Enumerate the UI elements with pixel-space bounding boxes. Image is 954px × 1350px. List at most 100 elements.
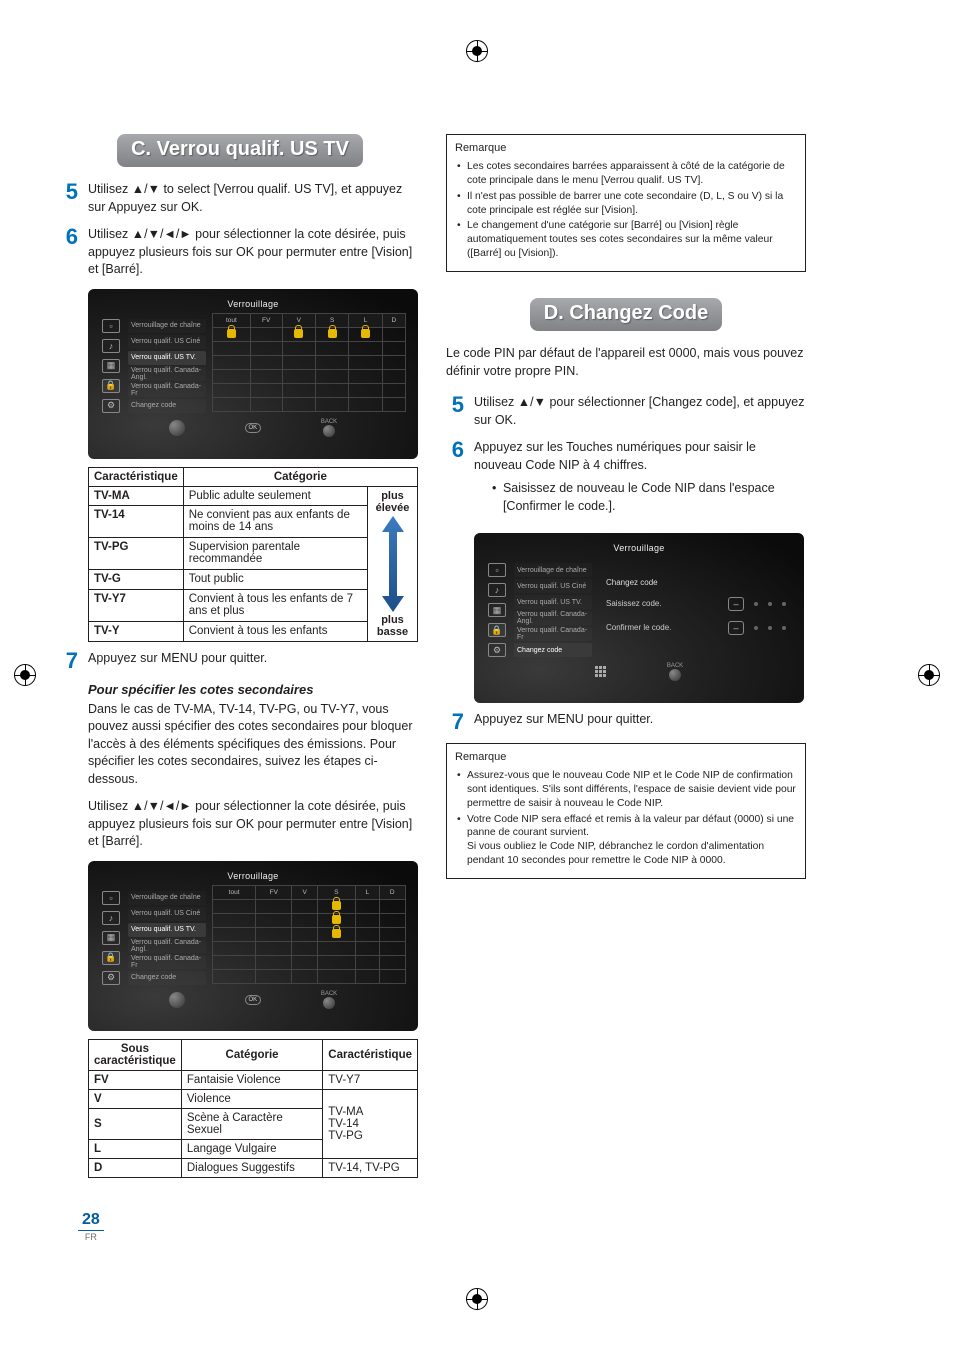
- note-item: Les cotes secondaires barrées apparaisse…: [455, 160, 797, 188]
- setup-icon: ⚙: [102, 971, 120, 985]
- setup-icon: ⚙: [102, 399, 120, 413]
- osd-screenshot-subratings: Verrouillage ▫ ♪ ▦ 🔒 ⚙ Verrouillage de c…: [88, 861, 418, 1031]
- step-5-text: Utilisez ▲/▼ to select [Verrou qualif. U…: [88, 181, 420, 216]
- sound-icon: ♪: [102, 339, 120, 353]
- note-item: Il n'est pas possible de barrer une cote…: [455, 190, 797, 218]
- table-row: FVFantaisie ViolenceTV-Y7: [89, 1070, 418, 1089]
- body-text: Utilisez ▲/▼/◄/► pour sélectionner la co…: [88, 798, 420, 851]
- section-c-banner: C. Verrou qualif. US TV: [117, 134, 363, 167]
- lock-icon: [361, 329, 370, 338]
- channel-icon: ▦: [102, 931, 120, 945]
- pin-dot-icon: [754, 626, 758, 630]
- registration-mark-icon: [918, 664, 940, 686]
- sound-icon: ♪: [102, 911, 120, 925]
- ratings-table: CaractéristiqueCatégorie TV-MAPublic adu…: [88, 467, 418, 642]
- lock-icon: [332, 929, 341, 938]
- rating-scale-arrow: plus élevée plus basse: [368, 486, 418, 641]
- lock-icon: 🔒: [102, 379, 120, 393]
- table-header: Caractéristique: [323, 1039, 418, 1070]
- pin-digit-box: –: [728, 621, 744, 635]
- keypad-icon: [595, 666, 607, 678]
- note-box-1: Remarque Les cotes secondaires barrées a…: [446, 134, 806, 272]
- lock-icon: 🔒: [102, 951, 120, 965]
- back-button-icon: BACK: [321, 419, 337, 437]
- table-row: VViolenceTV-MA TV-14 TV-PG: [89, 1089, 418, 1108]
- osd-ratings-grid: toutFVVSLD: [212, 313, 406, 413]
- osd-menu-list: Verrouillage de chaîne Verrou qualif. US…: [128, 313, 206, 413]
- osd-nav-icons: ▫ ♪ ▦ 🔒 ⚙: [100, 885, 122, 985]
- note-item: Assurez-vous que le nouveau Code NIP et …: [455, 769, 797, 811]
- step-6d-text: Appuyez sur les Touches numériques pour …: [474, 439, 806, 523]
- osd-nav-icons: ▫ ♪ ▦ 🔒 ⚙: [486, 557, 508, 657]
- channel-icon: ▦: [102, 359, 120, 373]
- pin-dot-icon: [782, 602, 786, 606]
- osd-screenshot-ratings: Verrouillage ▫ ♪ ▦ 🔒 ⚙ Verrouillage de c…: [88, 289, 418, 459]
- subsection-heading: Pour spécifier les cotes secondaires: [88, 682, 420, 697]
- ok-button-icon: OK: [245, 423, 261, 433]
- subratings-table: Sous caractéristique Catégorie Caractéri…: [88, 1039, 418, 1178]
- lock-icon: [294, 329, 303, 338]
- step-number: 5: [60, 181, 78, 216]
- step-6-text: Utilisez ▲/▼/◄/► pour sélectionner la co…: [88, 226, 420, 279]
- step-number: 6: [60, 226, 78, 279]
- pin-dot-icon: [782, 626, 786, 630]
- section-d-intro: Le code PIN par défaut de l'appareil est…: [446, 345, 806, 380]
- table-header: Sous caractéristique: [89, 1039, 182, 1070]
- double-arrow-icon: [382, 516, 404, 612]
- step-7-text: Appuyez sur MENU pour quitter.: [88, 650, 420, 672]
- step-number: 6: [446, 439, 464, 523]
- pin-dot-icon: [768, 626, 772, 630]
- body-text: Dans le cas de TV-MA, TV-14, TV-PG, ou T…: [88, 701, 420, 789]
- lock-icon: 🔒: [488, 623, 506, 637]
- channel-icon: ▦: [488, 603, 506, 617]
- osd-screenshot-pin: Verrouillage ▫ ♪ ▦ 🔒 ⚙ Verrouillage de c…: [474, 533, 804, 703]
- sound-icon: ♪: [488, 583, 506, 597]
- pin-dot-icon: [754, 602, 758, 606]
- table-row: DDialogues SuggestifsTV-14, TV-PG: [89, 1158, 418, 1177]
- lock-icon: [328, 329, 337, 338]
- back-button-icon: BACK: [321, 991, 337, 1009]
- osd-menu-list: Verrouillage de chaîne Verrou qualif. US…: [128, 885, 206, 985]
- osd-title: Verrouillage: [100, 299, 406, 309]
- osd-nav-icons: ▫ ♪ ▦ 🔒 ⚙: [100, 313, 122, 413]
- osd-subtitle: Changez code: [606, 578, 786, 587]
- lock-icon: [332, 915, 341, 924]
- note-title: Remarque: [455, 141, 797, 156]
- note-title: Remarque: [455, 750, 797, 765]
- step-number: 7: [60, 650, 78, 672]
- step-5d-text: Utilisez ▲/▼ pour sélectionner [Changez …: [474, 394, 806, 429]
- table-header: Caractéristique: [89, 467, 184, 486]
- lock-icon: [227, 329, 236, 338]
- picture-icon: ▫: [488, 563, 506, 577]
- step-number: 7: [446, 711, 464, 733]
- osd-title: Verrouillage: [486, 543, 792, 553]
- osd-title: Verrouillage: [100, 871, 406, 881]
- note-item: Votre Code NIP sera effacé et remis à la…: [455, 813, 797, 869]
- registration-mark-icon: [466, 40, 488, 62]
- picture-icon: ▫: [102, 891, 120, 905]
- step-number: 5: [446, 394, 464, 429]
- nav-ball-icon: [169, 992, 185, 1008]
- note-item: Le changement d'une catégorie sur [Barré…: [455, 219, 797, 261]
- pin-dot-icon: [768, 602, 772, 606]
- table-header: Catégorie: [181, 1039, 322, 1070]
- registration-mark-icon: [466, 1288, 488, 1310]
- section-d-banner: D. Changez Code: [530, 298, 722, 331]
- nav-ball-icon: [169, 420, 185, 436]
- page-number: 28 FR: [78, 1211, 104, 1242]
- substep-text: Saisissez de nouveau le Code NIP dans l'…: [503, 480, 806, 515]
- registration-mark-icon: [14, 664, 36, 686]
- lock-icon: [332, 901, 341, 910]
- osd-pin-panel: Changez code Saisissez code. – Confirmer…: [598, 557, 792, 657]
- ok-button-icon: OK: [245, 995, 261, 1005]
- picture-icon: ▫: [102, 319, 120, 333]
- osd-ratings-grid: toutFVVSLD: [212, 885, 406, 985]
- note-box-2: Remarque Assurez-vous que le nouveau Cod…: [446, 743, 806, 879]
- osd-menu-list: Verrouillage de chaîne Verrou qualif. US…: [514, 557, 592, 657]
- table-header: Catégorie: [183, 467, 417, 486]
- table-row: TV-MAPublic adulte seulement plus élevée…: [89, 486, 418, 506]
- step-7d-text: Appuyez sur MENU pour quitter.: [474, 711, 806, 733]
- setup-icon: ⚙: [488, 643, 506, 657]
- back-button-icon: BACK: [667, 663, 683, 681]
- pin-digit-box: –: [728, 597, 744, 611]
